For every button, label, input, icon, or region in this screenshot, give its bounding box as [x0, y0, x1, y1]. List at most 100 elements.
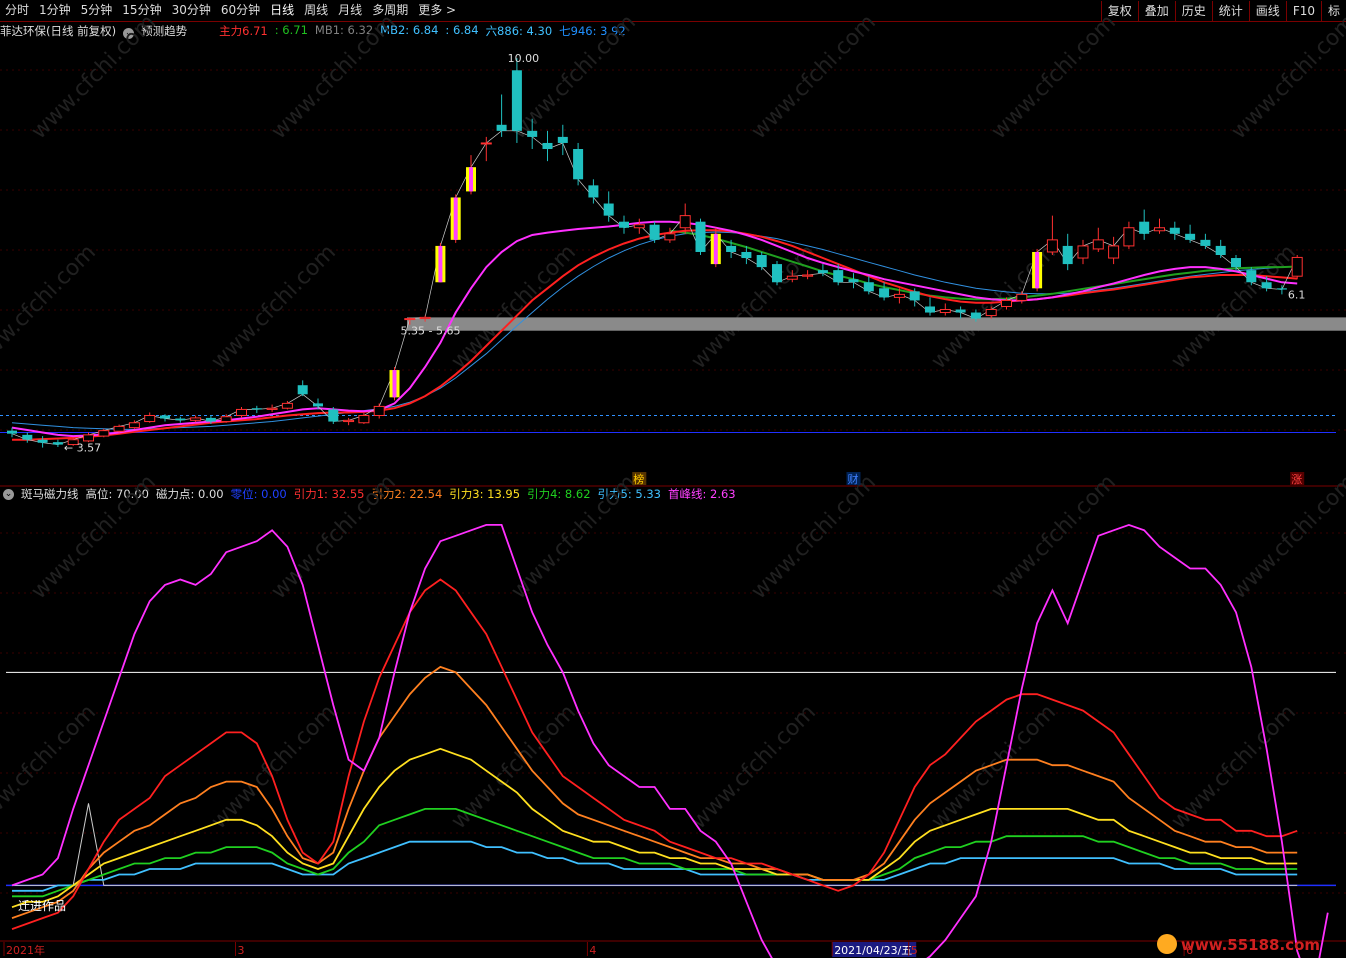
- event-marker: 财: [848, 472, 859, 486]
- watermark-text: www.cfchi.com: [0, 700, 101, 834]
- candle-body-down: [1246, 270, 1257, 283]
- candle-body-up: [1001, 299, 1012, 307]
- x-axis-label: 4: [589, 944, 596, 957]
- candle-body-down: [909, 291, 920, 301]
- candle-body-up: [373, 405, 385, 416]
- candle-body-up: [786, 275, 798, 280]
- candle-body-down: [1200, 239, 1211, 246]
- candle-body-down: [1231, 258, 1241, 268]
- watermark-text: www.cfchi.com: [447, 700, 581, 834]
- candle-body-up: [343, 419, 355, 423]
- candle-body-strong-inner: [713, 233, 718, 265]
- event-marker: 涨: [1291, 473, 1302, 486]
- watermark-text: www.cfchi.com: [1227, 470, 1346, 604]
- candle-body-up: [220, 416, 232, 423]
- candle-body-up: [98, 430, 110, 437]
- candle-body-up: [664, 233, 676, 241]
- candle-body-up: [1016, 293, 1028, 301]
- candle-body-down: [741, 251, 752, 259]
- candle-body-down: [1276, 288, 1287, 290]
- candle-body-strong-inner: [1035, 251, 1040, 289]
- candle-body-up: [1154, 227, 1165, 232]
- candle-body-down: [649, 224, 660, 240]
- watermark-text: www.cfchi.com: [507, 10, 641, 144]
- watermark-text: www.cfchi.com: [207, 700, 341, 834]
- candle-body-down: [52, 442, 63, 445]
- candle-body-up: [893, 293, 905, 298]
- candle-body-down: [328, 409, 339, 422]
- candle-body-down: [542, 142, 553, 150]
- candle-body-strong-inner: [392, 370, 397, 398]
- series-引力2: [11, 665, 1298, 919]
- candle-body-up: [1046, 239, 1058, 253]
- watermark-text: www.cfchi.com: [687, 240, 821, 374]
- support-band: [407, 317, 1346, 331]
- watermark-text: www.cfchi.com: [207, 240, 341, 374]
- candle-body-down: [22, 434, 33, 440]
- candle-body-down: [603, 203, 614, 216]
- price-annotation: 10.00: [508, 52, 539, 65]
- candle-body-up: [83, 434, 94, 442]
- candle-body-down: [817, 270, 828, 274]
- candle-body-up: [419, 316, 431, 320]
- candle-body-up: [190, 417, 202, 421]
- candle-body-up: [1077, 245, 1089, 259]
- candle-body-up: [939, 309, 951, 314]
- candle-body-up: [1123, 227, 1135, 247]
- candle-body-down: [251, 408, 262, 410]
- candle-body-down: [297, 385, 308, 395]
- candle-body-down: [175, 418, 186, 421]
- candle-body-strong-inner: [453, 197, 458, 240]
- candle-body-up: [679, 215, 691, 229]
- candle-body-up: [1291, 256, 1303, 277]
- watermark-text: www.cfchi.com: [747, 10, 881, 144]
- candle-body-down: [1261, 282, 1272, 289]
- candle-body-down: [1215, 245, 1226, 255]
- series-引力5: [12, 840, 1298, 892]
- candle-body-down: [1185, 233, 1196, 240]
- watermark-text: www.cfchi.com: [747, 470, 881, 604]
- candle-body-up: [985, 309, 997, 317]
- candle-body-strong-inner: [438, 245, 443, 283]
- candle-body-down: [833, 270, 844, 283]
- candle-body-down: [7, 430, 17, 434]
- watermark-text: www.cfchi.com: [987, 10, 1121, 144]
- candle-body-down: [695, 221, 706, 252]
- candle-body-down: [511, 70, 522, 131]
- logo-icon: [1157, 934, 1177, 954]
- candle-body-up: [236, 408, 247, 416]
- candle-body-up: [404, 318, 416, 321]
- candle-body-down: [527, 130, 538, 137]
- watermark-text: www.cfchi.com: [27, 10, 161, 144]
- footer-logo: www.55188.com: [1181, 936, 1320, 954]
- candle-body-down: [1139, 221, 1150, 234]
- candle-body-strong-inner: [469, 167, 473, 192]
- candle-body-down: [557, 136, 568, 143]
- price-annotation: 6.1: [1288, 288, 1306, 301]
- candle-body-down: [313, 403, 323, 407]
- watermark-text: www.cfchi.com: [447, 240, 581, 374]
- series-首峰线: [11, 523, 1329, 958]
- candle-body-up: [633, 224, 645, 229]
- watermark-text: www.cfchi.com: [987, 470, 1121, 604]
- candle-body-up: [113, 425, 125, 432]
- candle-body-down: [1062, 245, 1073, 265]
- x-axis-label: 2021/04/23/五: [834, 944, 912, 957]
- close-price-line: [11, 130, 1298, 445]
- kline-chart[interactable]: www.cfchi.com www.cfchi.com www.cfchi.com w…: [0, 0, 1346, 958]
- candle-body-up: [144, 414, 156, 423]
- candle-body-down: [925, 306, 935, 313]
- series-磁力点: [12, 803, 1298, 886]
- price-annotation: ← 3.57: [64, 442, 101, 455]
- candle-body-down: [496, 124, 507, 131]
- watermark-text: www.cfchi.com: [927, 700, 1061, 834]
- candle-body-down: [772, 264, 782, 283]
- ma-red-line: [12, 229, 1298, 441]
- candle-body-up: [480, 142, 492, 145]
- candle-body-down: [726, 245, 737, 252]
- x-axis-label: 2021年: [6, 943, 45, 957]
- candle-body-down: [37, 439, 48, 443]
- candle-body-down: [756, 255, 767, 268]
- candle-body-up: [1092, 239, 1104, 250]
- candle-body-up: [281, 402, 293, 409]
